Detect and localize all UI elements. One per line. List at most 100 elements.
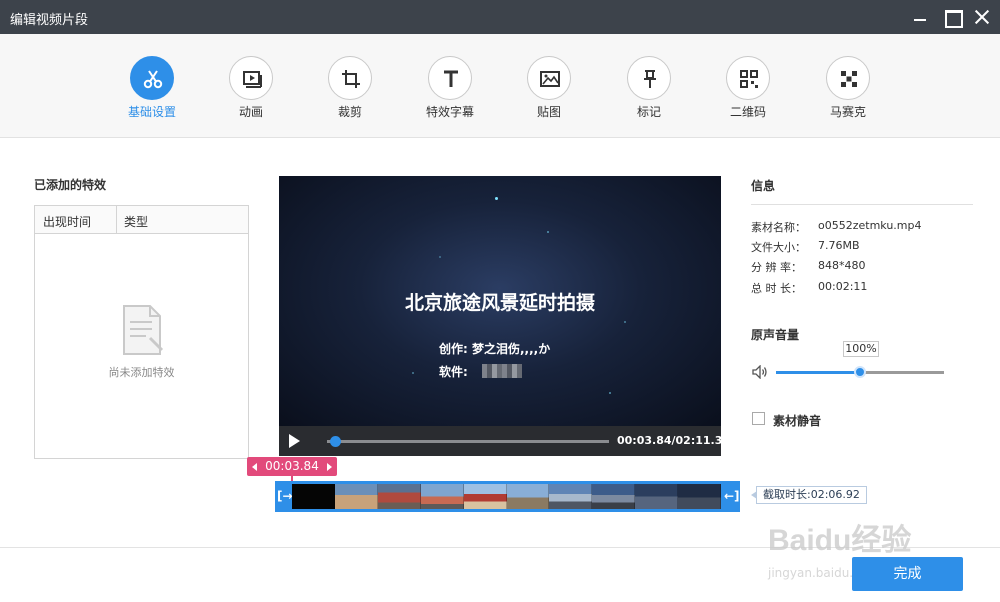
tool-animation[interactable]: 动画 — [206, 34, 296, 138]
thumbnail-frame — [592, 484, 636, 509]
close-icon[interactable] — [972, 7, 992, 27]
thumbnail-frame — [635, 484, 679, 509]
star-sparkle — [495, 197, 498, 200]
footer-divider — [0, 547, 1000, 548]
column-header-time: 出现时间 — [43, 215, 92, 229]
tool-mosaic[interactable]: 马赛克 — [803, 34, 893, 138]
tool-crop[interactable]: 裁剪 — [305, 34, 395, 138]
slides-icon — [229, 56, 273, 100]
qrcode-icon — [726, 56, 770, 100]
thumbnail-frames — [292, 484, 721, 509]
video-software-line: 软件: — [439, 363, 468, 380]
creator-label: 创作: — [439, 342, 468, 356]
timecode: 00:03.84/02:11.32 — [617, 434, 731, 447]
tool-basic-settings[interactable]: 基础设置 — [107, 34, 197, 138]
trim-start-icon[interactable]: [→ — [277, 488, 293, 504]
star-sparkle — [412, 372, 414, 374]
speaker-icon[interactable] — [752, 365, 768, 379]
tool-mark[interactable]: 标记 — [604, 34, 694, 138]
progress-handle[interactable] — [330, 436, 342, 447]
empty-state-text: 尚未添加特效 — [108, 366, 175, 379]
crop-icon — [328, 56, 372, 100]
thumbnail-frame — [506, 484, 550, 509]
info-title: 信息 — [751, 179, 776, 193]
arrow-left-icon[interactable] — [252, 463, 257, 471]
tool-label: 马赛克 — [829, 105, 866, 119]
video-title-text: 北京旅途风景延时拍摄 — [404, 292, 595, 314]
clip-duration-tooltip: 截取时长:02:06.92 — [751, 486, 867, 504]
cut-start-marker[interactable]: 00:03.84 — [247, 457, 337, 476]
done-button[interactable]: 完成 — [852, 557, 963, 591]
empty-document-icon — [123, 305, 164, 355]
volume-value-tooltip: 100% — [843, 341, 879, 357]
thumbnail-frame — [463, 484, 507, 509]
thumbnail-frame — [334, 484, 378, 509]
image-icon — [527, 56, 571, 100]
software-label: 软件: — [439, 365, 468, 379]
creator-value: 梦之泪伤,,,,か — [472, 342, 551, 356]
info-label: 总 时 长： — [751, 282, 802, 295]
thumbnail-frame — [292, 484, 335, 509]
video-creator-line: 创作: 梦之泪伤,,,,か — [439, 340, 550, 357]
tool-label: 特效字幕 — [425, 105, 474, 119]
scissors-icon — [130, 56, 174, 100]
player-controls: 00:03.84/02:11.32 — [279, 426, 730, 456]
tool-label: 贴图 — [536, 105, 561, 119]
pixelated-software-name — [482, 364, 522, 378]
tool-subtitle-effects[interactable]: 特效字幕 — [405, 34, 495, 138]
info-row-resolution: 分 辨 率： 848*480 — [751, 259, 866, 275]
play-icon[interactable] — [289, 434, 300, 448]
minimize-icon[interactable] — [910, 7, 930, 27]
column-header-type: 类型 — [124, 215, 149, 229]
arrow-right-icon[interactable] — [327, 463, 332, 471]
pin-icon — [627, 56, 671, 100]
playback-progress-bar[interactable] — [327, 436, 609, 447]
tool-label: 裁剪 — [337, 105, 362, 119]
tool-sticker[interactable]: 贴图 — [504, 34, 594, 138]
effects-table: 出现时间 类型 尚未添加特效 — [34, 205, 249, 459]
tool-label: 动画 — [238, 105, 263, 119]
star-sparkle — [609, 392, 611, 394]
thumbnail-frame — [678, 484, 721, 509]
clip-timeline-strip[interactable]: [→ ←] — [275, 481, 740, 512]
volume-slider-fill — [776, 371, 860, 374]
info-row-duration: 总 时 长： 00:02:11 — [751, 280, 867, 296]
mute-label[interactable]: 素材静音 — [773, 412, 821, 429]
maximize-icon[interactable] — [942, 7, 963, 28]
title-bar: 编辑视频片段 — [0, 0, 1000, 34]
info-value: 848*480 — [818, 259, 866, 272]
window-title: 编辑视频片段 — [10, 13, 89, 28]
volume-title: 原声音量 — [751, 328, 800, 342]
cut-start-time: 00:03.84 — [265, 459, 319, 473]
effects-table-header: 出现时间 类型 — [35, 206, 248, 234]
column-divider — [116, 206, 117, 234]
mute-checkbox[interactable] — [752, 412, 765, 425]
info-label: 素材名称： — [751, 221, 806, 234]
toolbar: 基础设置 动画 裁剪 特效字幕 贴图 标记 二维码 马赛克 — [0, 34, 1000, 138]
tool-qrcode[interactable]: 二维码 — [703, 34, 793, 138]
volume-slider[interactable] — [776, 366, 944, 378]
info-divider — [751, 204, 973, 205]
effects-title: 已添加的特效 — [34, 178, 107, 192]
tool-label: 标记 — [636, 105, 661, 119]
info-label: 文件大小： — [751, 241, 806, 254]
video-preview[interactable]: 北京旅途风景延时拍摄 创作: 梦之泪伤,,,,か 软件: — [279, 176, 721, 426]
thumbnail-frame — [549, 484, 593, 509]
star-sparkle — [439, 256, 441, 258]
info-label: 分 辨 率： — [751, 261, 802, 274]
tool-label: 基础设置 — [127, 105, 176, 119]
mosaic-icon — [826, 56, 870, 100]
volume-slider-handle[interactable] — [854, 366, 866, 378]
star-sparkle — [547, 231, 549, 233]
info-value: 7.76MB — [818, 239, 860, 252]
watermark-logo: Baidu经验 — [768, 524, 912, 557]
tool-label: 二维码 — [729, 105, 766, 119]
thumbnail-frame — [420, 484, 464, 509]
info-row-filesize: 文件大小： 7.76MB — [751, 239, 860, 255]
thumbnail-frame — [377, 484, 421, 509]
info-value: o0552zetmku.mp4 — [818, 219, 922, 232]
info-row-filename: 素材名称： o0552zetmku.mp4 — [751, 219, 922, 235]
text-icon — [428, 56, 472, 100]
trim-end-icon[interactable]: ←] — [724, 488, 740, 504]
star-sparkle — [624, 321, 626, 323]
